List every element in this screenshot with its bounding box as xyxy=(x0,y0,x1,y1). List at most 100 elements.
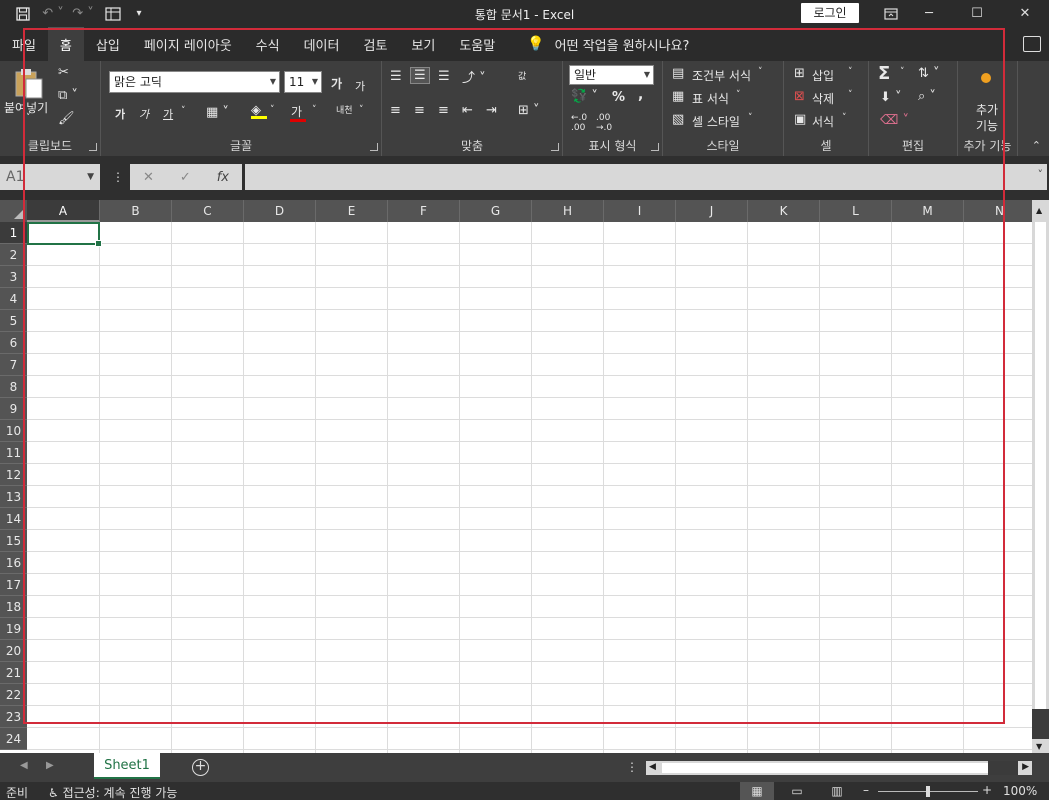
row-header[interactable]: 12 xyxy=(0,464,27,486)
normal-view-icon[interactable]: ▦ xyxy=(740,782,774,800)
column-header[interactable]: G xyxy=(460,200,532,222)
delete-cells-button[interactable]: 삭제 xyxy=(812,90,834,107)
cell-styles-icon[interactable]: ▧ xyxy=(672,112,684,127)
paste-dropdown-icon[interactable]: ˅ xyxy=(26,113,31,123)
column-header[interactable]: K xyxy=(748,200,820,222)
row-header[interactable]: 16 xyxy=(0,552,27,574)
row-header[interactable]: 8 xyxy=(0,376,27,398)
paste-icon[interactable] xyxy=(14,67,44,103)
expand-formula-icon[interactable]: ˅ xyxy=(1038,168,1044,181)
row-header[interactable]: 19 xyxy=(0,618,27,640)
fill-color-dropdown-icon[interactable]: ˅ xyxy=(270,105,275,115)
row-header[interactable]: 6 xyxy=(0,332,27,354)
fill-icon[interactable]: ⬇ ˅ xyxy=(880,90,902,105)
phonetic-dropdown-icon[interactable]: ˅ xyxy=(359,105,364,115)
page-layout-view-icon[interactable]: ▭ xyxy=(780,782,814,800)
more-icon[interactable]: ⋮ xyxy=(112,170,124,184)
add-sheet-icon[interactable]: + xyxy=(192,759,209,776)
page-break-view-icon[interactable]: ▥ xyxy=(820,782,854,800)
conditional-formatting-icon[interactable]: ▤ xyxy=(672,66,684,81)
clear-icon[interactable]: ⌫ ˅ xyxy=(880,113,909,128)
insert-cells-icon[interactable]: ⊞ xyxy=(794,66,805,81)
font-size-select[interactable]: 11 ▼ xyxy=(284,71,322,93)
row-header[interactable]: 9 xyxy=(0,398,27,420)
font-launcher-icon[interactable] xyxy=(370,143,378,151)
form-icon[interactable] xyxy=(98,0,128,27)
next-sheet-icon[interactable]: ▶ xyxy=(46,760,54,771)
align-left-icon[interactable]: ≡ xyxy=(390,103,401,118)
format-as-table-icon[interactable]: ▦ xyxy=(672,89,684,104)
insert-function-icon[interactable]: fx xyxy=(217,170,229,185)
login-button[interactable]: 로그인 xyxy=(801,3,859,23)
row-header[interactable]: 17 xyxy=(0,574,27,596)
scroll-up-icon[interactable]: ▲ xyxy=(1036,206,1042,215)
cancel-icon[interactable]: ✕ xyxy=(143,170,154,185)
name-box[interactable]: A1 ▼ xyxy=(0,164,100,190)
format-cells-button[interactable]: 서식 xyxy=(812,113,834,130)
row-header[interactable]: 3 xyxy=(0,266,27,288)
insert-cells-button[interactable]: 삽입 xyxy=(812,67,834,84)
vertical-scroll-thumb[interactable] xyxy=(1035,222,1046,722)
row-header[interactable]: 10 xyxy=(0,420,27,442)
conditional-formatting-button[interactable]: 조건부 서식 xyxy=(692,67,751,84)
decrease-decimal-icon[interactable]: .00 →.0 xyxy=(596,113,612,133)
row-header[interactable]: 1 xyxy=(0,222,27,244)
fill-color-icon[interactable]: ◈ xyxy=(251,103,267,119)
format-painter-icon[interactable]: 🖌 xyxy=(58,111,75,126)
customize-qat-icon[interactable]: ▾ xyxy=(128,0,150,27)
addins-label-2[interactable]: 기능 xyxy=(976,117,998,134)
enter-icon[interactable]: ✓ xyxy=(180,170,191,185)
format-cells-icon[interactable]: ▣ xyxy=(794,112,806,127)
underline-dropdown-icon[interactable]: ˅ xyxy=(181,106,186,116)
autosum-button[interactable]: Σ xyxy=(878,63,890,84)
worksheet-grid[interactable]: A B C D E F G H I J K L M N 1 2 3 4 5 6 7 8 9 10 11 12 13 14 15 16 17 1… xyxy=(0,200,1049,753)
column-header[interactable]: N xyxy=(964,200,1036,222)
column-header[interactable]: M xyxy=(892,200,964,222)
more-icon[interactable]: ⋮ xyxy=(626,760,638,774)
tab-data[interactable]: 데이터 xyxy=(292,27,352,61)
addins-icon[interactable] xyxy=(981,73,991,83)
merge-center-icon[interactable]: ⊞ ˅ xyxy=(518,103,540,118)
row-header[interactable]: 11 xyxy=(0,442,27,464)
row-header[interactable]: 22 xyxy=(0,684,27,706)
tell-me-search[interactable]: 💡 어떤 작업을 원하시나요? xyxy=(507,27,689,61)
close-button[interactable]: ✕ xyxy=(1001,0,1049,27)
italic-button[interactable]: 가 xyxy=(139,106,149,122)
grow-font-button[interactable]: 가 xyxy=(331,75,342,92)
column-header[interactable]: J xyxy=(676,200,748,222)
zoom-out-icon[interactable]: – xyxy=(863,783,869,797)
prev-sheet-icon[interactable]: ◀ xyxy=(20,760,28,771)
row-header[interactable]: 20 xyxy=(0,640,27,662)
comments-icon[interactable] xyxy=(1023,36,1041,52)
orientation-icon[interactable]: ⤴ ˅ xyxy=(462,67,486,86)
row-header[interactable]: 24 xyxy=(0,728,27,750)
row-header[interactable]: 23 xyxy=(0,706,27,728)
vertical-scrollbar[interactable]: ▲ ▼ xyxy=(1032,200,1049,753)
align-middle-icon[interactable]: ☰ xyxy=(410,67,430,84)
tab-home[interactable]: 홈 xyxy=(47,27,84,61)
increase-indent-icon[interactable]: ⇥ xyxy=(486,103,497,118)
percent-style-button[interactable]: % xyxy=(612,90,625,105)
font-color-button[interactable]: 가 xyxy=(291,103,302,120)
scroll-right-icon[interactable]: ▶ xyxy=(1022,762,1029,772)
row-header[interactable]: 5 xyxy=(0,310,27,332)
collapse-ribbon-icon[interactable]: ⌃ xyxy=(1032,139,1041,152)
accounting-format-icon[interactable]: 💱 ˅ xyxy=(571,89,598,104)
scroll-down-icon[interactable]: ▼ xyxy=(1036,742,1042,751)
horizontal-scroll-thumb[interactable] xyxy=(662,763,988,773)
copy-icon[interactable]: ⧉ ˅ xyxy=(58,88,78,103)
tab-view[interactable]: 보기 xyxy=(399,27,447,61)
row-header[interactable]: 21 xyxy=(0,662,27,684)
horizontal-scrollbar[interactable]: ◀ ▶ xyxy=(646,761,1032,775)
tab-page-layout[interactable]: 페이지 레이아웃 xyxy=(132,27,244,61)
align-center-icon[interactable]: ≡ xyxy=(414,103,425,118)
redo-icon[interactable]: ↷ ˅ xyxy=(68,0,98,27)
increase-decimal-icon[interactable]: ←.0.00 xyxy=(571,113,587,133)
row-header[interactable]: 18 xyxy=(0,596,27,618)
zoom-in-icon[interactable]: + xyxy=(982,783,992,797)
font-color-dropdown-icon[interactable]: ˅ xyxy=(312,105,317,115)
tab-insert[interactable]: 삽입 xyxy=(84,27,132,61)
tab-formulas[interactable]: 수식 xyxy=(244,27,292,61)
font-name-select[interactable]: 맑은 고딕 ▼ xyxy=(109,71,280,93)
column-header[interactable]: E xyxy=(316,200,388,222)
